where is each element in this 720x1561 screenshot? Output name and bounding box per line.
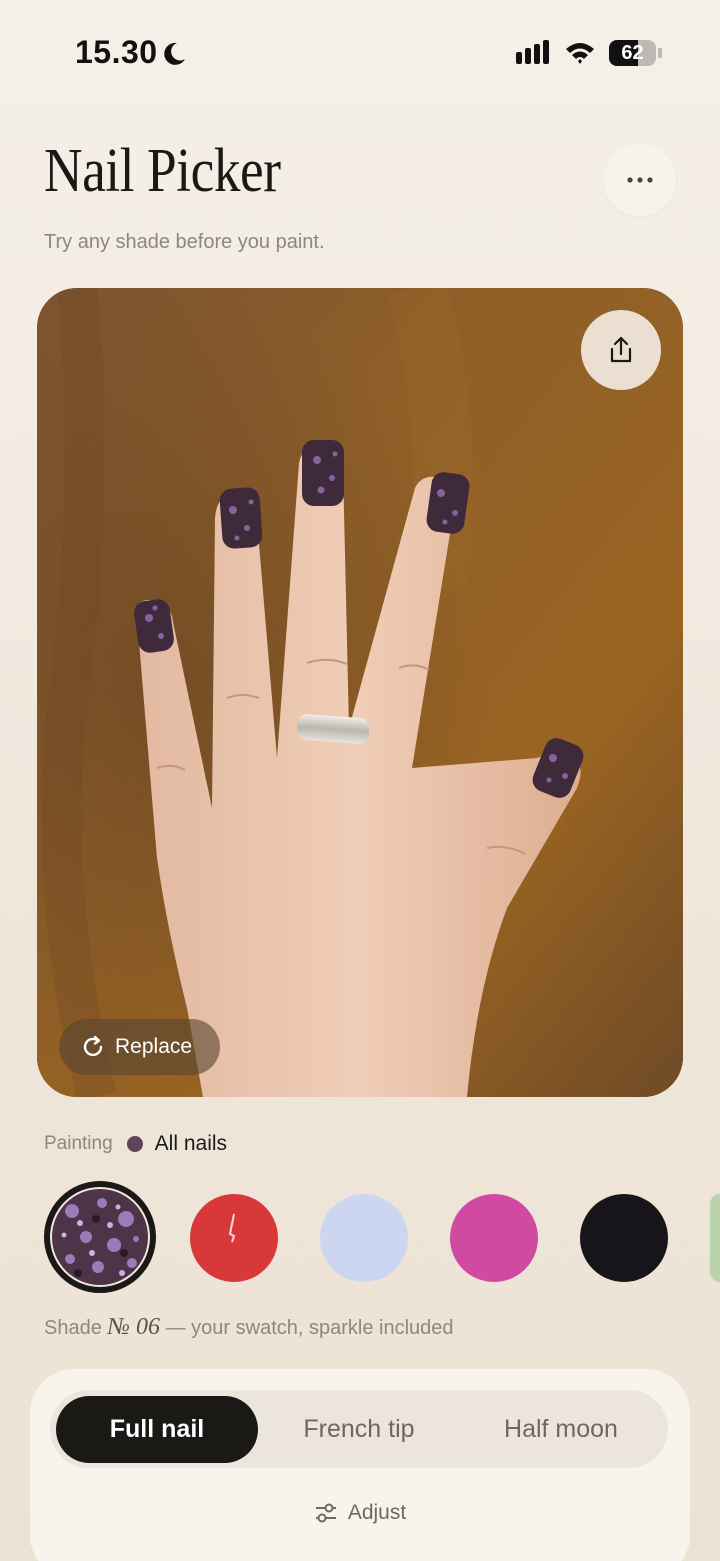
more-icon bbox=[626, 176, 653, 183]
status-bar: 15.30 62 bbox=[0, 0, 720, 100]
painting-target: Painting All nails bbox=[44, 1131, 227, 1157]
painting-color-dot bbox=[126, 1136, 143, 1152]
refresh-icon bbox=[83, 1035, 103, 1057]
tab-full-nail[interactable]: Full nail bbox=[56, 1396, 258, 1463]
page-subtitle: Try any shade before you paint. bbox=[44, 231, 325, 253]
share-icon bbox=[610, 336, 632, 363]
status-time: 15.30 bbox=[75, 34, 158, 70]
sliders-icon bbox=[315, 1503, 336, 1523]
battery-level: 62 bbox=[621, 42, 644, 64]
shade-number: № 06 bbox=[107, 1314, 161, 1340]
tab-half-moon[interactable]: Half moon bbox=[460, 1396, 662, 1463]
swatch-sage[interactable] bbox=[710, 1194, 720, 1282]
swatch-glitter-plum[interactable] bbox=[52, 1189, 148, 1285]
page-title: Nail Picker bbox=[44, 137, 281, 205]
bottom-panel: Full nail French tip Half moon Adjust bbox=[30, 1369, 690, 1561]
adjust-label: Adjust bbox=[347, 1501, 407, 1524]
swatch-periwinkle[interactable] bbox=[320, 1194, 408, 1282]
replace-photo-button[interactable]: Replace bbox=[59, 1019, 220, 1075]
painting-label: Painting bbox=[44, 1133, 113, 1154]
more-button[interactable] bbox=[603, 143, 676, 216]
nail-style-selector: Full nail French tip Half moon bbox=[50, 1390, 668, 1468]
painting-target-value[interactable]: All nails bbox=[155, 1132, 227, 1156]
shade-prefix: Shade bbox=[44, 1317, 102, 1339]
swatch-red[interactable] bbox=[190, 1194, 278, 1282]
moon-icon bbox=[164, 42, 185, 65]
red-highlight bbox=[228, 1213, 236, 1243]
swatch-row bbox=[0, 1181, 720, 1293]
glitter-texture bbox=[52, 1189, 148, 1285]
adjust-button[interactable]: Adjust bbox=[30, 1501, 690, 1525]
share-button[interactable] bbox=[581, 310, 661, 390]
swatch-black[interactable] bbox=[580, 1194, 668, 1282]
shade-caption: Shade № 06 — your swatch, sparkle includ… bbox=[44, 1314, 454, 1341]
hand-photo-card: Replace bbox=[37, 288, 683, 1097]
swatch-magenta[interactable] bbox=[450, 1194, 538, 1282]
shade-suffix: — your swatch, sparkle included bbox=[165, 1317, 454, 1339]
wifi-icon bbox=[566, 43, 594, 64]
replace-label: Replace bbox=[115, 1035, 193, 1058]
tab-french-tip[interactable]: French tip bbox=[258, 1396, 460, 1463]
hand-photo bbox=[37, 288, 683, 1097]
signal-icon bbox=[516, 40, 549, 64]
battery-icon: 62 bbox=[609, 40, 662, 66]
